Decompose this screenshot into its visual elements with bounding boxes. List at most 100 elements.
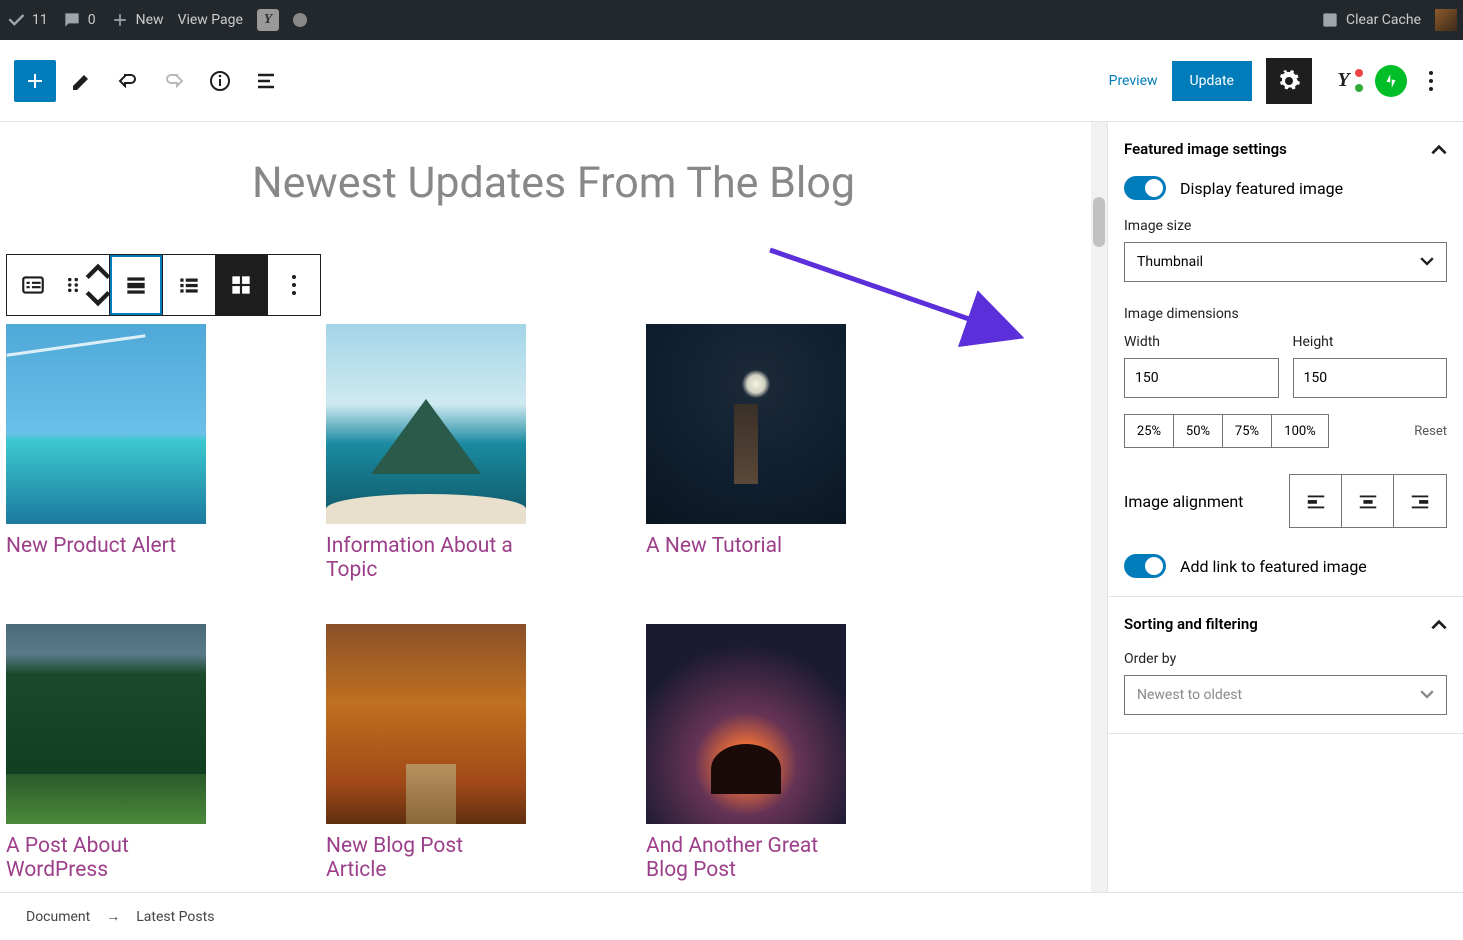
preview-link[interactable]: Preview — [1109, 73, 1158, 89]
more-options-button[interactable] — [1413, 71, 1449, 91]
image-size-label: Image size — [1124, 218, 1447, 234]
toggle-label: Add link to featured image — [1180, 557, 1367, 576]
orderby-select[interactable]: Newest to oldest — [1124, 675, 1447, 715]
outline-button[interactable] — [246, 61, 286, 101]
comments-link[interactable]: 0 — [62, 10, 96, 30]
image-size-select[interactable]: Thumbnail — [1124, 242, 1447, 282]
view-page-link[interactable]: View Page — [178, 12, 243, 28]
chevron-down-icon — [85, 286, 111, 312]
alignment-label: Image alignment — [1124, 492, 1243, 511]
post-title[interactable]: New Product Alert — [6, 534, 206, 558]
reset-link[interactable]: Reset — [1414, 424, 1447, 439]
notifications[interactable]: 11 — [6, 10, 48, 30]
user-avatar[interactable] — [1435, 9, 1457, 31]
post-title[interactable]: Information About a Topic — [326, 534, 526, 582]
status-dot-icon — [293, 13, 307, 27]
settings-button[interactable] — [1266, 58, 1312, 104]
list-view-button[interactable] — [163, 255, 215, 315]
block-more-button[interactable] — [268, 255, 320, 315]
align-center-button[interactable] — [1342, 475, 1394, 527]
list-block-icon — [20, 272, 46, 298]
panel-toggle[interactable]: Featured image settings — [1124, 140, 1447, 158]
settings-sidebar: Featured image settings Display featured… — [1107, 122, 1463, 892]
panel-toggle[interactable]: Sorting and filtering — [1124, 615, 1447, 633]
gear-icon — [1277, 69, 1301, 93]
align-right-button[interactable] — [1394, 475, 1446, 527]
block-type-button[interactable] — [7, 255, 59, 315]
chevron-down-icon — [1420, 690, 1434, 699]
post-thumbnail — [646, 624, 846, 824]
post-thumbnail — [6, 624, 206, 824]
yoast-button[interactable]: Y — [1326, 63, 1361, 98]
add-block-button[interactable] — [14, 60, 56, 102]
pct-100-button[interactable]: 100% — [1272, 415, 1328, 447]
height-label: Height — [1293, 334, 1448, 350]
canvas-scrollbar[interactable] — [1091, 122, 1107, 892]
post-title[interactable]: And Another Great Blog Post — [646, 834, 846, 882]
align-center-icon — [1357, 490, 1379, 512]
post-item[interactable]: A Post About WordPress — [6, 624, 206, 882]
post-thumbnail — [326, 624, 526, 824]
posts-grid: New Product Alert Information About a To… — [0, 324, 1107, 882]
chevron-down-icon — [1420, 257, 1434, 266]
post-item[interactable]: A New Tutorial — [646, 324, 846, 582]
dimensions-label: Image dimensions — [1124, 306, 1447, 322]
move-buttons[interactable] — [87, 255, 109, 315]
post-title[interactable]: New Blog Post Article — [326, 834, 526, 882]
edit-tools-button[interactable] — [62, 61, 102, 101]
page-title[interactable]: Newest Updates From The Blog — [0, 122, 1107, 254]
align-button[interactable] — [110, 255, 162, 315]
undo-icon — [116, 69, 140, 93]
editor-workspace: Newest Updates From The Blog — [0, 122, 1463, 892]
redo-button[interactable] — [154, 61, 194, 101]
align-left-button[interactable] — [1290, 475, 1342, 527]
jetpack-icon — [1382, 72, 1400, 90]
post-item[interactable]: And Another Great Blog Post — [646, 624, 846, 882]
add-link-toggle[interactable] — [1124, 554, 1166, 578]
editor-canvas[interactable]: Newest Updates From The Blog — [0, 122, 1107, 892]
display-featured-toggle[interactable] — [1124, 176, 1166, 200]
breadcrumb: Document → Latest Posts — [0, 892, 1463, 940]
pct-25-button[interactable]: 25% — [1125, 415, 1174, 447]
toggle-label: Display featured image — [1180, 179, 1343, 198]
percent-presets: 25% 50% 75% 100% — [1124, 414, 1329, 448]
featured-image-panel: Featured image settings Display featured… — [1108, 122, 1463, 597]
editor-toolbar: Preview Update Y — [0, 40, 1463, 122]
undo-button[interactable] — [108, 61, 148, 101]
breadcrumb-root[interactable]: Document — [26, 909, 90, 925]
yoast-icon[interactable]: Y — [257, 9, 279, 31]
cache-icon — [1320, 10, 1340, 30]
chevron-up-icon — [1431, 144, 1447, 155]
comment-icon — [62, 10, 82, 30]
orderby-label: Order by — [1124, 651, 1447, 667]
new-content[interactable]: New — [110, 10, 164, 30]
height-input[interactable] — [1293, 358, 1448, 398]
post-item[interactable]: Information About a Topic — [326, 324, 526, 582]
plus-icon — [110, 10, 130, 30]
post-title[interactable]: A New Tutorial — [646, 534, 846, 558]
update-button[interactable]: Update — [1172, 61, 1252, 101]
breadcrumb-current[interactable]: Latest Posts — [136, 909, 214, 925]
grid-view-button[interactable] — [215, 255, 267, 315]
list-view-icon — [176, 272, 202, 298]
clear-cache-link[interactable]: Clear Cache — [1320, 10, 1421, 30]
grid-view-icon — [228, 272, 254, 298]
post-item[interactable]: New Product Alert — [6, 324, 206, 582]
width-input[interactable] — [1124, 358, 1279, 398]
list-icon — [254, 69, 278, 93]
sorting-panel: Sorting and filtering Order by Newest to… — [1108, 597, 1463, 734]
chevron-up-icon — [85, 258, 111, 284]
jetpack-button[interactable] — [1375, 65, 1407, 97]
pct-75-button[interactable]: 75% — [1223, 415, 1272, 447]
align-right-icon — [1409, 490, 1431, 512]
info-button[interactable] — [200, 61, 240, 101]
pct-50-button[interactable]: 50% — [1174, 415, 1223, 447]
info-icon — [208, 69, 232, 93]
drag-handle[interactable] — [59, 255, 87, 315]
chevron-up-icon — [1431, 619, 1447, 630]
post-item[interactable]: New Blog Post Article — [326, 624, 526, 882]
width-label: Width — [1124, 334, 1279, 350]
align-left-icon — [1305, 490, 1327, 512]
pencil-icon — [70, 69, 94, 93]
post-title[interactable]: A Post About WordPress — [6, 834, 206, 882]
